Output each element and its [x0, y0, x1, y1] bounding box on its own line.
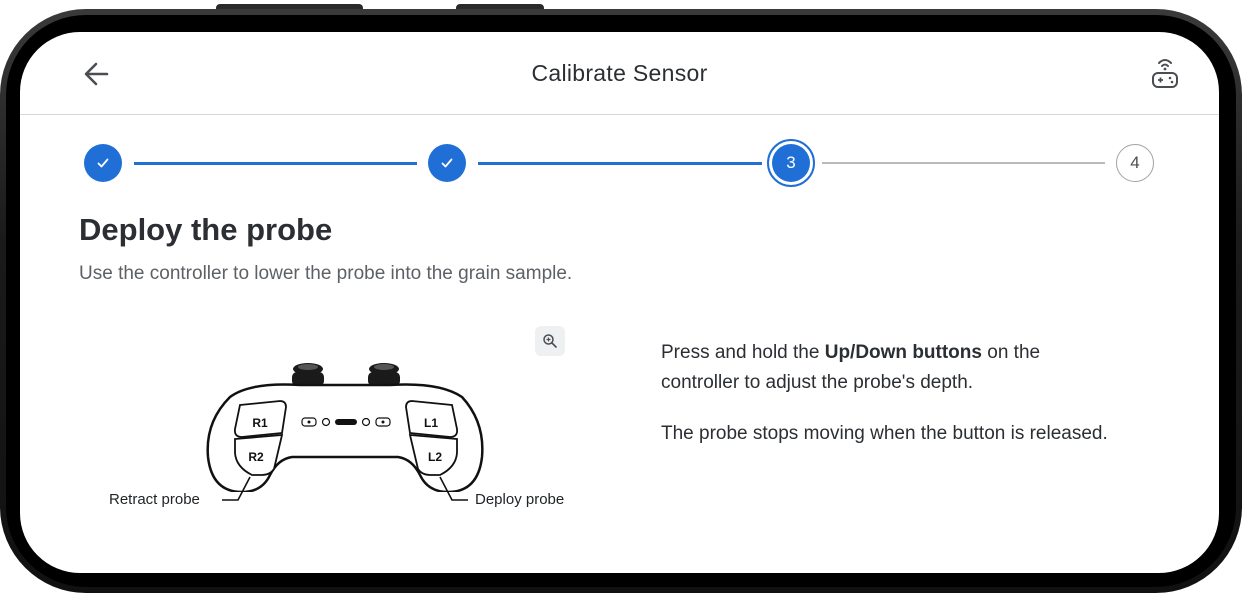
instruction-emphasis: Up/Down buttons	[824, 342, 982, 363]
instruction-part: Press and hold the	[661, 342, 825, 363]
callout-lines	[222, 476, 468, 501]
app-screen: Calibrate Sensor 3 4 Deploy the probe Us…	[20, 32, 1219, 573]
r1-label: R1	[252, 416, 268, 430]
step-connector	[822, 162, 1105, 164]
controller-connection-button[interactable]	[1149, 54, 1181, 90]
progress-stepper: 3 4	[20, 139, 1219, 190]
top-app-bar: Calibrate Sensor	[20, 32, 1219, 115]
instruction-part: controller to adjust the probe's depth.	[661, 372, 974, 393]
step-number: 3	[772, 144, 810, 182]
step-4-upcoming: 4	[1116, 144, 1154, 182]
step-connector	[134, 162, 417, 165]
checkmark-icon	[97, 158, 109, 168]
step-connector	[478, 162, 762, 165]
left-joystick	[292, 363, 324, 386]
section-heading: Deploy the probe	[79, 212, 333, 247]
step-2-complete	[428, 144, 466, 182]
center-buttons	[301, 417, 391, 427]
l1-label: L1	[424, 416, 438, 430]
page-title: Calibrate Sensor	[531, 60, 708, 86]
instruction-text-1: Press and hold the Up/Down buttons on th…	[661, 338, 1040, 398]
step-3-current: 3	[767, 139, 815, 187]
wireless-controller-icon	[1152, 59, 1178, 88]
instruction-text-2: The probe stops moving when the button i…	[661, 423, 1108, 444]
section-subtitle: Use the controller to lower the probe in…	[79, 263, 573, 284]
step-1-complete	[84, 144, 122, 182]
checkmark-icon	[441, 158, 453, 168]
deploy-probe-caption: Deploy probe	[475, 491, 565, 508]
right-joystick	[368, 363, 400, 386]
step-number: 4	[1130, 153, 1140, 172]
retract-probe-caption: Retract probe	[109, 491, 200, 508]
zoom-button[interactable]	[535, 326, 565, 356]
instruction-part: on the	[981, 342, 1041, 363]
zoom-in-icon	[543, 334, 557, 348]
